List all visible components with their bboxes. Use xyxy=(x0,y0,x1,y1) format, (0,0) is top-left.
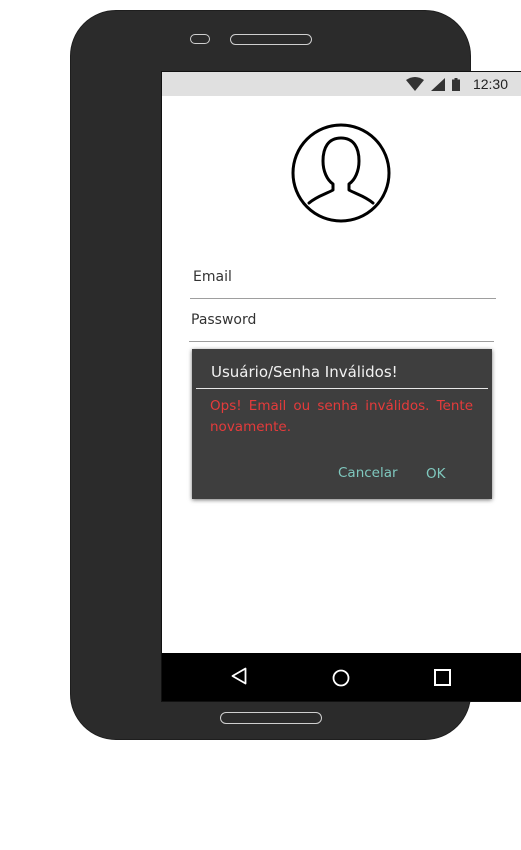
error-dialog: Usuário/Senha Inválidos! Ops! Email ou s… xyxy=(192,349,492,499)
email-label: Email xyxy=(193,269,232,285)
front-sensor xyxy=(190,34,210,44)
password-label: Password xyxy=(191,312,257,328)
phone-screen: 12:30 Email Password Usuário/Senha Invál… xyxy=(161,71,521,702)
user-silhouette-icon xyxy=(291,123,391,223)
dialog-title: Usuário/Senha Inválidos! xyxy=(211,363,398,381)
recents-icon[interactable] xyxy=(434,669,451,686)
ok-button[interactable]: OK xyxy=(426,466,445,482)
home-icon[interactable] xyxy=(332,669,350,687)
navigation-bar xyxy=(162,653,521,701)
battery-icon xyxy=(451,77,460,91)
email-field[interactable]: Email xyxy=(190,269,496,299)
dialog-message: Ops! Email ou senha inválidos. Tente nov… xyxy=(210,398,473,435)
dialog-divider xyxy=(196,388,488,389)
status-bar: 12:30 xyxy=(162,72,521,96)
password-underline xyxy=(189,341,494,342)
hardware-home-button[interactable] xyxy=(220,712,322,724)
phone-frame: 12:30 Email Password Usuário/Senha Invál… xyxy=(70,10,521,740)
earpiece-speaker xyxy=(230,34,312,45)
cancel-button[interactable]: Cancelar xyxy=(338,465,398,481)
back-icon[interactable] xyxy=(231,667,247,685)
status-icons: 12:30 xyxy=(405,75,508,93)
cell-signal-icon xyxy=(430,77,445,91)
password-field[interactable]: Password xyxy=(189,312,494,342)
email-underline xyxy=(190,298,496,299)
wifi-icon xyxy=(405,77,424,91)
status-clock: 12:30 xyxy=(472,76,508,92)
